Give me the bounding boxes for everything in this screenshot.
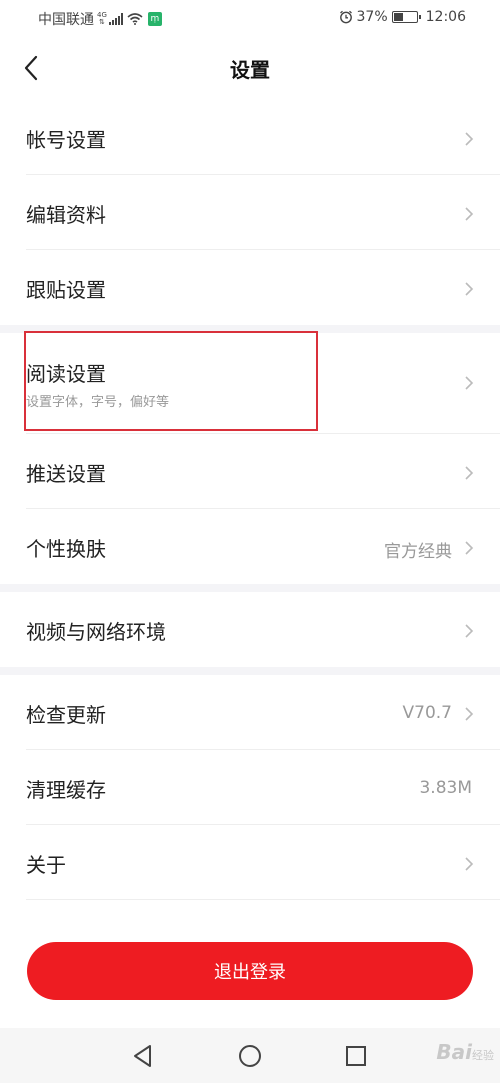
chevron-right-icon	[465, 857, 474, 871]
chevron-right-icon	[465, 376, 474, 390]
watermark-logo: Bai经验	[436, 1040, 494, 1064]
clock: 12:06	[425, 9, 466, 25]
network-type: 4G ⇅	[97, 11, 107, 26]
battery-icon	[391, 11, 421, 23]
row-label: 清理缓存	[26, 778, 106, 802]
comment-settings-row[interactable]: 跟贴设置	[0, 250, 500, 325]
account-group: 帐号设置 编辑资料 跟贴设置	[0, 100, 500, 325]
theme-value: 官方经典	[384, 542, 452, 562]
carrier-name: 中国联通	[38, 12, 94, 28]
battery-percent: 37%	[356, 9, 388, 25]
nav-recent-icon[interactable]	[341, 1041, 371, 1071]
push-settings-row[interactable]: 推送设置	[0, 434, 500, 509]
edit-profile-row[interactable]: 编辑资料	[0, 175, 500, 250]
row-label: 跟贴设置	[26, 278, 106, 302]
nav-back-icon[interactable]	[128, 1041, 158, 1071]
signal-icon	[108, 13, 123, 25]
version-value: V70.7	[402, 703, 452, 723]
section-gap	[0, 584, 500, 592]
cache-size-value: 3.83M	[419, 778, 472, 798]
chevron-right-icon	[465, 624, 474, 638]
logout-area: 退出登录	[0, 902, 500, 1028]
system-nav-bar: Bai经验	[0, 1028, 500, 1083]
row-label: 检查更新	[26, 703, 106, 727]
status-bar: 中国联通 4G ⇅ ṃ 37% 12:06	[0, 0, 500, 36]
chevron-right-icon	[465, 207, 474, 221]
system-group: 检查更新 V70.7 清理缓存 3.83M 关于	[0, 675, 500, 900]
about-row[interactable]: 关于	[0, 825, 500, 900]
logout-button[interactable]: 退出登录	[27, 942, 473, 1000]
chevron-right-icon	[465, 282, 474, 296]
theme-row[interactable]: 个性换肤 官方经典	[0, 509, 500, 584]
clear-cache-row[interactable]: 清理缓存 3.83M	[0, 750, 500, 825]
wifi-icon	[127, 13, 143, 25]
app-header: 设置	[0, 36, 500, 100]
chevron-right-icon	[465, 466, 474, 480]
row-label: 视频与网络环境	[26, 620, 166, 644]
app-notification-icon: ṃ	[147, 12, 162, 26]
chevron-right-icon	[465, 707, 474, 721]
check-update-row[interactable]: 检查更新 V70.7	[0, 675, 500, 750]
page-title: 设置	[230, 58, 270, 82]
section-gap	[0, 667, 500, 675]
alarm-icon	[339, 10, 352, 24]
row-label: 帐号设置	[26, 128, 106, 152]
network-group: 视频与网络环境	[0, 592, 500, 667]
row-label: 编辑资料	[26, 203, 106, 227]
row-label: 个性换肤	[26, 537, 106, 561]
divider	[26, 899, 500, 900]
video-network-row[interactable]: 视频与网络环境	[0, 592, 500, 667]
account-settings-row[interactable]: 帐号设置	[0, 100, 500, 175]
row-label: 关于	[26, 853, 66, 877]
nav-home-icon[interactable]	[235, 1041, 265, 1071]
row-label: 推送设置	[26, 462, 106, 486]
highlight-box	[24, 331, 318, 431]
chevron-right-icon	[465, 132, 474, 146]
chevron-right-icon	[465, 541, 474, 555]
